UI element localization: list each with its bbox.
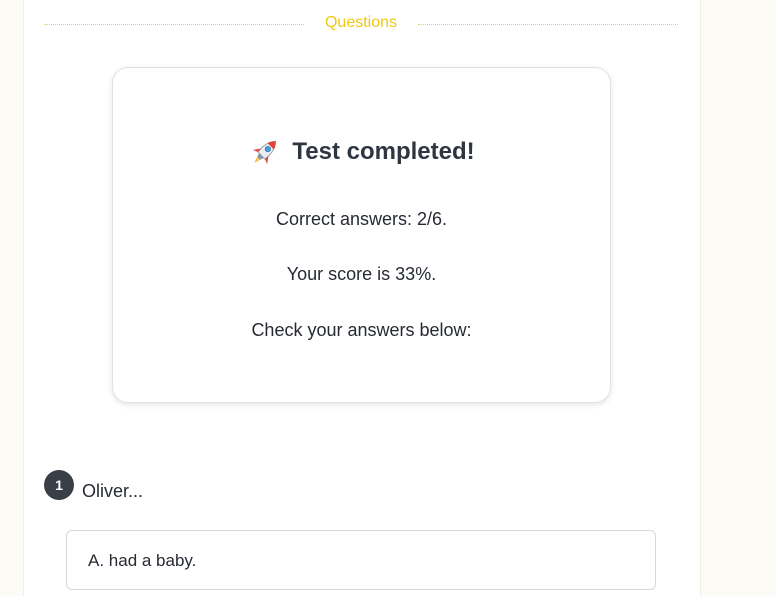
section-header: Questions	[44, 12, 678, 38]
section-divider-right	[418, 24, 678, 25]
result-title-row: Test completed!	[113, 134, 610, 170]
section-divider-left	[44, 24, 304, 25]
result-title: Test completed!	[292, 138, 475, 165]
instruction-text: Check your answers below:	[251, 320, 472, 340]
result-card: Test completed! Correct answers: 2/6. Yo…	[112, 67, 611, 403]
question-number-badge: 1	[44, 470, 74, 500]
score-text: Your score is 33%.	[286, 264, 437, 284]
question-text: Oliver...	[82, 481, 144, 501]
page: Questions Test completed! Correct answer…	[0, 0, 776, 596]
correct-answers-text: Correct answers: 2/6.	[275, 209, 448, 229]
left-gutter	[0, 0, 23, 596]
section-title: Questions	[324, 14, 398, 31]
content-panel: Questions Test completed! Correct answer…	[23, 0, 701, 596]
answer-option-label: A. had a baby.	[88, 551, 197, 570]
answer-option-a[interactable]: A. had a baby.	[66, 530, 656, 590]
question-1: 1 Oliver...	[44, 470, 664, 506]
rocket-icon	[248, 135, 282, 169]
